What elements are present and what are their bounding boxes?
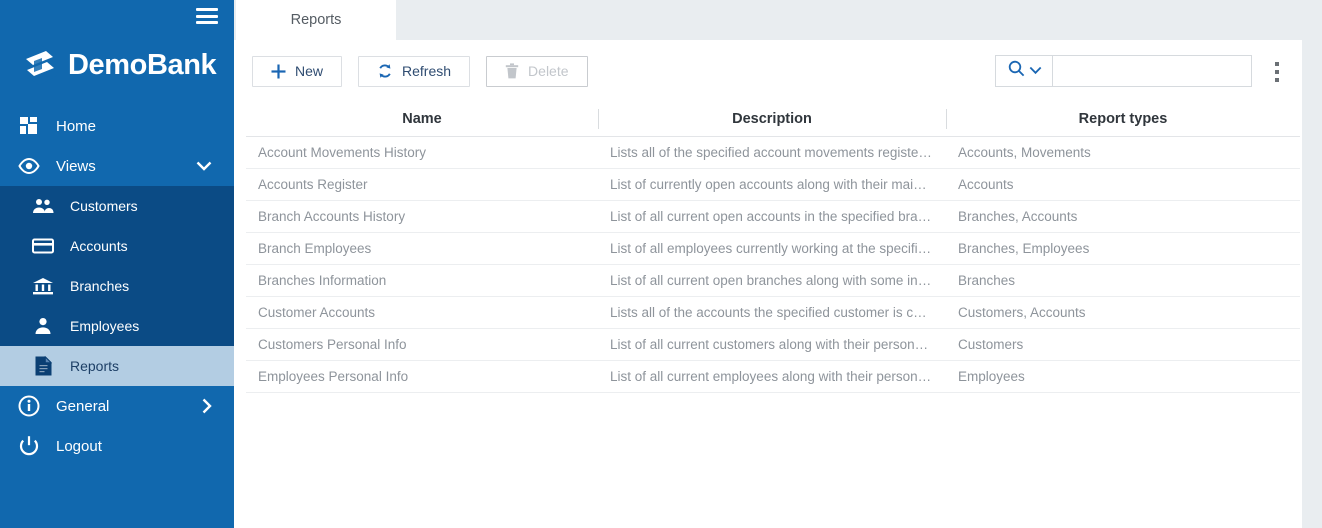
sidebar-item-label: Views [56,157,96,175]
people-icon [30,193,56,219]
table-row[interactable]: Customers Personal Info List of all curr… [246,328,1300,361]
sidebar-header [0,0,234,32]
table-row[interactable]: Accounts Register List of currently open… [246,168,1300,201]
power-icon [16,433,42,459]
sidebar-nav: Home Views Customers Accounts Branches E… [0,106,234,466]
eye-icon [16,153,42,179]
more-vertical-icon[interactable] [1275,62,1279,82]
cell-report-types: Branches [946,264,1300,297]
sidebar-item-logout[interactable]: Logout [0,426,234,466]
cell-description: Lists all of the accounts the specified … [598,296,946,329]
cell-name: Branch Accounts History [246,200,598,233]
table-row[interactable]: Account Movements History Lists all of t… [246,136,1300,169]
content-panel: New Refresh Delete Name Description Repo… [234,40,1302,528]
trash-icon [505,63,519,79]
refresh-button-label: Refresh [402,63,452,79]
refresh-button[interactable]: Refresh [358,55,471,87]
sidebar-item-label: Reports [70,358,120,374]
sidebar-item-label: Home [56,117,97,135]
tab-label: Reports [290,12,342,28]
cell-report-types: Customers, Accounts [946,296,1300,329]
cell-name: Branches Information [246,264,598,297]
hamburger-icon[interactable] [196,8,218,24]
tab-reports[interactable]: Reports [236,0,396,40]
sidebar-item-general[interactable]: General [0,386,234,426]
bank-icon [30,273,56,299]
brand: DemoBank [0,32,234,98]
refresh-icon [377,63,393,79]
column-header-name[interactable]: Name [246,102,598,137]
sidebar-item-customers[interactable]: Customers [0,186,234,226]
cell-description: List of currently open accounts along wi… [598,168,946,201]
main-area: Reports New Refresh Delete Name Descript… [234,0,1322,528]
toolbar: New Refresh Delete [234,40,1302,102]
sidebar-item-label: Accounts [70,238,128,254]
sidebar-item-label: General [56,397,110,415]
cell-report-types: Branches, Accounts [946,200,1300,233]
delete-button[interactable]: Delete [486,55,588,87]
chevron-down-icon[interactable] [196,161,212,171]
sidebar-item-employees[interactable]: Employees [0,306,234,346]
sidebar-item-label: Branches [70,278,130,294]
cell-description: List of all employees currently working … [598,232,946,265]
sidebar-item-label: Employees [70,318,140,334]
new-button-label: New [295,63,324,79]
search-mode-selector[interactable] [996,56,1053,86]
search-input[interactable] [1053,56,1251,86]
delete-button-label: Delete [528,63,569,79]
table-header-row: Name Description Report types [246,102,1300,137]
table-row[interactable]: Employees Personal Info List of all curr… [246,360,1300,393]
sidebar-item-label: Customers [70,198,138,214]
chevron-right-icon[interactable] [202,398,212,414]
cell-report-types: Accounts [946,168,1300,201]
sidebar: DemoBank Home Views Customers Accounts B… [0,0,234,528]
table-row[interactable]: Branch Employees List of all employees c… [246,232,1300,265]
table-row[interactable]: Customer Accounts Lists all of the accou… [246,296,1300,329]
search-box [995,55,1252,87]
cell-description: List of all current open accounts in the… [598,200,946,233]
chevron-down-icon [1029,62,1042,80]
plus-icon [271,64,286,79]
table-head: Name Description Report types [246,102,1300,137]
cell-report-types: Employees [946,360,1300,393]
brand-name: DemoBank [68,48,217,81]
sidebar-views-group: Customers Accounts Branches Employees Re… [0,186,234,386]
sidebar-item-accounts[interactable]: Accounts [0,226,234,266]
new-button[interactable]: New [252,55,343,87]
column-header-report-types[interactable]: Report types [946,102,1300,137]
cell-name: Employees Personal Info [246,360,598,393]
cell-name: Branch Employees [246,232,598,265]
cell-name: Account Movements History [246,136,598,169]
table-row[interactable]: Branch Accounts History List of all curr… [246,200,1300,233]
table-row[interactable]: Branches Information List of all current… [246,264,1300,297]
card-icon [30,233,56,259]
cell-report-types: Branches, Employees [946,232,1300,265]
app-root: DemoBank Home Views Customers Accounts B… [0,0,1322,528]
dashboard-icon [16,113,42,139]
document-icon [30,353,56,379]
cell-description: List of all current customers along with… [598,328,946,361]
cell-report-types: Accounts, Movements [946,136,1300,169]
cell-description: Lists all of the specified account movem… [598,136,946,169]
cell-name: Customer Accounts [246,296,598,329]
cell-name: Customers Personal Info [246,328,598,361]
sidebar-item-views[interactable]: Views [0,146,234,186]
cell-description: List of all current open branches along … [598,264,946,297]
sidebar-item-home[interactable]: Home [0,106,234,146]
info-icon [16,393,42,419]
search-icon [1008,60,1025,82]
sidebar-item-label: Logout [56,437,102,455]
reports-table: Name Description Report types Account Mo… [246,102,1300,393]
cell-description: List of all current employees along with… [598,360,946,393]
demobank-logo-icon [22,45,58,85]
sidebar-item-branches[interactable]: Branches [0,266,234,306]
column-header-description[interactable]: Description [598,102,946,137]
cell-name: Accounts Register [246,168,598,201]
person-icon [30,313,56,339]
cell-report-types: Customers [946,328,1300,361]
table-body: Account Movements History Lists all of t… [246,136,1300,393]
tab-strip: Reports [234,0,1322,40]
sidebar-item-reports[interactable]: Reports [0,346,234,386]
